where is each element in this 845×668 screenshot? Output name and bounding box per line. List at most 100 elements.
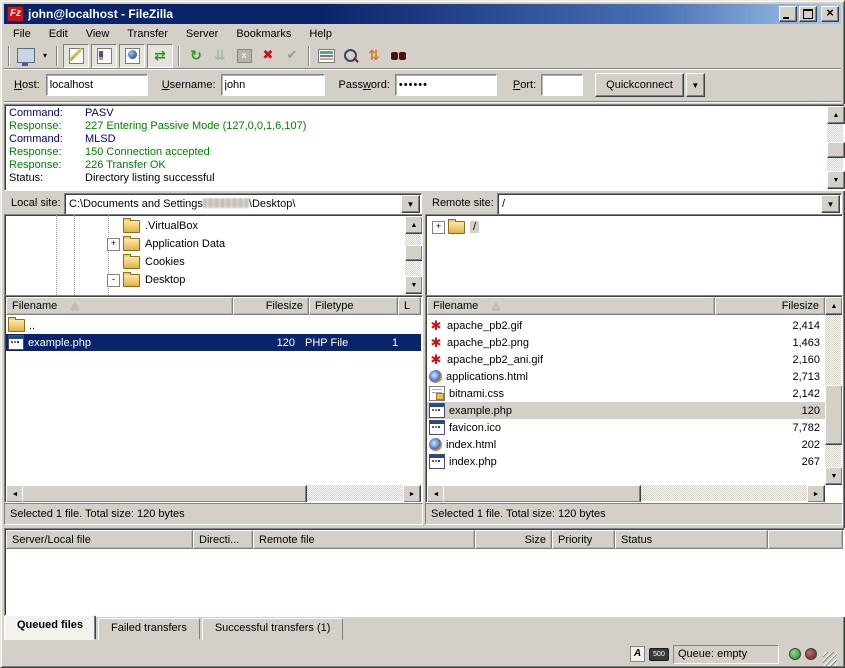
minimize-button[interactable] [779,6,797,22]
site-manager-button[interactable] [15,45,37,67]
find-files-button[interactable] [387,45,409,67]
scrollbar-thumb[interactable] [443,485,641,503]
tab-successful-transfers[interactable]: Successful transfers (1) [202,618,344,640]
tab-queued-files[interactable]: Queued files [4,615,96,640]
log-scrollbar[interactable]: ▲ ▼ [827,106,843,189]
tab-failed-transfers[interactable]: Failed transfers [98,618,200,640]
remote-file-list: Filename Filesize apache_pb2.gif 2,414 a… [425,295,843,503]
file-row[interactable]: index.php 267 [427,453,825,470]
file-row[interactable]: favicon.ico 7,782 [427,419,825,436]
scroll-down-icon[interactable]: ▼ [405,276,423,294]
toggle-remote-tree-button[interactable] [119,44,145,68]
tree-item[interactable]: - Desktop [107,271,185,289]
quickconnect-dropdown[interactable]: ▼ [686,73,705,97]
column-header-filesize[interactable]: Filesize [233,297,309,315]
combo-dropdown[interactable]: ▼ [401,195,420,213]
reconnect-button[interactable]: ✔ [281,45,303,67]
queue-column-priority[interactable]: Priority [552,530,615,549]
speed-limits-icon[interactable]: 500 [649,648,669,661]
resize-grip[interactable] [823,652,837,666]
chevron-down-icon: ▼ [691,81,699,90]
menu-bookmarks[interactable]: Bookmarks [227,26,300,42]
scroll-up-icon[interactable]: ▲ [827,106,845,124]
file-row-selected[interactable]: example.php 120 [427,402,825,419]
file-row[interactable]: apache_pb2.gif 2,414 [427,317,825,334]
expand-icon[interactable]: + [107,238,120,251]
filter-button[interactable] [315,45,337,67]
tree-item[interactable]: Cookies [107,253,185,271]
scrollbar-thumb[interactable] [827,142,845,158]
tree-item[interactable]: + Application Data [107,235,225,253]
queue-column-remote-file[interactable]: Remote file [253,530,475,549]
scroll-right-icon[interactable]: ► [807,485,825,503]
queue-column-status[interactable]: Status [615,530,768,549]
host-input[interactable] [46,74,148,96]
menu-server[interactable]: Server [177,26,227,42]
column-header-lastmodified[interactable]: L [398,297,421,315]
close-button[interactable] [821,6,839,22]
column-header-filename[interactable]: Filename [427,297,715,315]
scroll-down-icon[interactable]: ▼ [827,171,845,189]
password-input[interactable] [395,74,497,96]
toggle-local-tree-button[interactable] [91,44,117,68]
remote-site-combobox[interactable]: / ▼ [497,193,842,215]
file-row[interactable]: bitnami.css 2,142 [427,385,825,402]
window-title: john@localhost - FileZilla [28,7,779,21]
menu-transfer[interactable]: Transfer [118,26,177,42]
menu-edit[interactable]: Edit [40,26,77,42]
local-tree-icon [97,48,112,64]
process-queue-button[interactable]: ⇊ [209,45,231,67]
file-row[interactable]: .. [6,317,421,334]
scrollbar-thumb[interactable] [825,385,843,445]
combo-dropdown[interactable]: ▼ [821,195,840,213]
port-input[interactable] [541,74,583,96]
scroll-right-icon[interactable]: ► [403,485,421,503]
toggle-transfer-queue-button[interactable]: ⇄ [147,44,173,68]
refresh-button[interactable]: ↻ [185,45,207,67]
host-label: Host: [14,79,40,91]
synchronized-browsing-button[interactable]: ⇅ [363,45,385,67]
scroll-up-icon[interactable]: ▲ [825,297,843,315]
toggle-message-log-button[interactable] [63,44,89,68]
file-row[interactable]: apache_pb2.png 1,463 [427,334,825,351]
queue-column-server-local-file[interactable]: Server/Local file [6,530,193,549]
file-row[interactable]: apache_pb2_ani.gif 2,160 [427,351,825,368]
expand-icon[interactable]: + [432,221,445,234]
scrollbar-thumb[interactable] [405,245,423,261]
menu-help[interactable]: Help [300,26,341,42]
column-header-filesize[interactable]: Filesize [715,297,825,315]
column-header-filename[interactable]: Filename [6,297,233,315]
queue-column-empty[interactable] [768,530,843,549]
username-input[interactable] [221,74,325,96]
log-line: Response:227 Entering Passive Mode (127,… [6,120,826,133]
tree-item[interactable]: + / [432,218,479,236]
disconnect-button[interactable]: ✖ [257,45,279,67]
local-site-combobox[interactable]: C:\Documents and Settings\Desktop\ ▼ [64,193,422,215]
quickconnect-button[interactable]: Quickconnect [595,73,684,97]
queue-column-size[interactable]: Size [475,530,552,549]
menu-file[interactable]: File [4,26,40,42]
file-row-selected[interactable]: example.php 120 PHP File 1 [6,334,421,351]
remote-horizontal-scrollbar[interactable]: ◄ ► [427,485,825,501]
maximize-button[interactable] [799,6,817,22]
collapse-icon[interactable]: - [107,274,120,287]
scroll-up-icon[interactable]: ▲ [405,216,423,234]
file-row[interactable]: applications.html 2,713 [427,368,825,385]
tree-item[interactable]: .VirtualBox [107,217,198,235]
site-manager-dropdown[interactable]: ▾ [39,45,51,67]
queue-column-direction[interactable]: Directi... [193,530,253,549]
title-bar: Fz john@localhost - FileZilla [4,4,841,24]
column-header-filetype[interactable]: Filetype [309,297,398,315]
data-type-indicator-icon[interactable]: A [630,646,645,662]
tree-scrollbar[interactable]: ▲ ▼ [405,216,421,294]
toolbar-gripper [8,46,10,66]
remote-vertical-scrollbar[interactable]: ▲ ▼ [825,297,841,485]
scroll-down-icon[interactable]: ▼ [825,467,843,485]
local-horizontal-scrollbar[interactable]: ◄ ► [6,485,421,501]
cancel-operation-button[interactable]: x [233,45,255,67]
scrollbar-thumb[interactable] [22,485,307,503]
html-file-icon [429,370,442,383]
directory-comparison-button[interactable] [339,45,361,67]
file-row[interactable]: index.html 202 [427,436,825,453]
menu-view[interactable]: View [77,26,119,42]
